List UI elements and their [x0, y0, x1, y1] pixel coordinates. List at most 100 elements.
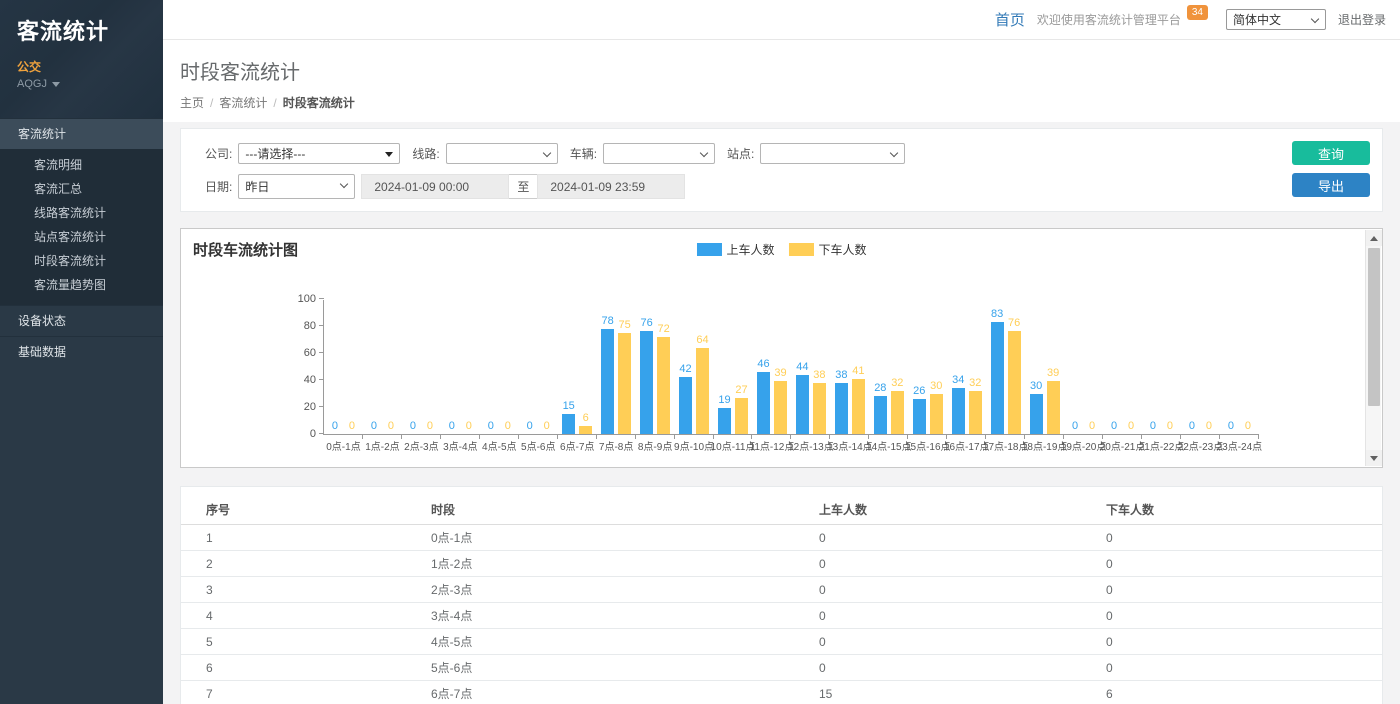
bar-上车人数[interactable] — [1030, 394, 1043, 435]
legend-item-boarding[interactable]: 上车人数 — [696, 241, 774, 258]
vehicle-select[interactable] — [603, 143, 715, 164]
bar-下车人数[interactable] — [735, 398, 748, 434]
sidebar-item-device-status[interactable]: 设备状态 — [0, 305, 163, 336]
language-select[interactable]: 简体中文 — [1226, 9, 1326, 30]
bar-下车人数[interactable] — [618, 333, 631, 434]
x-axis-label: 23点-24点 — [1217, 438, 1263, 453]
date-end-input[interactable]: 2024-01-09 23:59 — [537, 174, 685, 199]
bar-value-label: 26 — [913, 385, 925, 397]
table-body: 10点-1点0021点-2点0032点-3点0043点-4点0054点-5点00… — [181, 525, 1382, 704]
table-row: 10点-1点00 — [181, 525, 1382, 551]
date-preset-select[interactable]: 昨日 — [238, 174, 355, 199]
bar-column: 76 — [1008, 300, 1021, 434]
scrollbar-up-button[interactable] — [1366, 230, 1382, 246]
table-cell: 0点-1点 — [431, 529, 819, 546]
bar-下车人数[interactable] — [1008, 331, 1021, 434]
bar-group: 263015点-16点 — [908, 300, 947, 434]
bar-value-label: 41 — [852, 365, 864, 377]
company-select[interactable]: ---请选择--- — [238, 143, 400, 164]
bar-value-label: 0 — [1072, 420, 1078, 432]
bar-column: 41 — [852, 300, 865, 434]
x-axis-label: 4点-5点 — [482, 438, 516, 453]
bar-下车人数[interactable] — [891, 391, 904, 434]
bar-上车人数[interactable] — [679, 377, 692, 434]
sidebar-item-passenger-trend-chart[interactable]: 客流量趋势图 — [0, 273, 163, 297]
sidebar-item-passenger-summary[interactable]: 客流汇总 — [0, 177, 163, 201]
bar-上车人数[interactable] — [991, 322, 1004, 434]
bar-column: 34 — [952, 300, 965, 434]
bar-上车人数[interactable] — [757, 372, 770, 434]
x-axis-label: 2点-3点 — [404, 438, 438, 453]
bar-下车人数[interactable] — [813, 383, 826, 434]
bar-column: 46 — [757, 300, 770, 434]
sidebar-item-base-data[interactable]: 基础数据 — [0, 336, 163, 367]
bar-上车人数[interactable] — [913, 399, 926, 434]
bar-group: 343216点-17点 — [947, 300, 986, 434]
breadcrumb-section[interactable]: 客流统计 — [219, 96, 267, 110]
bar-上车人数[interactable] — [640, 331, 653, 434]
language-value: 简体中文 — [1233, 11, 1281, 28]
legend-item-alighting[interactable]: 下车人数 — [789, 241, 867, 258]
bar-group: 42649点-10点 — [675, 300, 714, 434]
bar-下车人数[interactable] — [930, 394, 943, 435]
breadcrumb-current: 时段客流统计 — [283, 96, 355, 110]
org-code-dropdown[interactable]: AQGJ — [17, 78, 163, 90]
bar-下车人数[interactable] — [852, 379, 865, 434]
table-row: 54点-5点00 — [181, 629, 1382, 655]
bar-上车人数[interactable] — [601, 329, 614, 434]
bar-column: 0 — [1241, 300, 1254, 434]
bar-上车人数[interactable] — [874, 396, 887, 434]
bar-value-label: 0 — [1189, 420, 1195, 432]
notification-badge[interactable]: 34 — [1187, 5, 1208, 20]
bar-下车人数[interactable] — [774, 381, 787, 434]
bar-column: 0 — [1125, 300, 1138, 434]
bar-上车人数[interactable] — [952, 388, 965, 434]
bar-group: 000点-1点 — [324, 300, 363, 434]
bar-下车人数[interactable] — [1047, 381, 1060, 434]
vehicle-label: 车辆: — [570, 145, 597, 162]
line-select[interactable] — [446, 143, 558, 164]
bar-column: 76 — [640, 300, 653, 434]
chevron-down-icon — [542, 149, 550, 157]
station-select[interactable] — [760, 143, 905, 164]
bar-下车人数[interactable] — [579, 426, 592, 434]
bar-上车人数[interactable] — [562, 414, 575, 434]
table-row: 76点-7点156 — [181, 681, 1382, 704]
export-button[interactable]: 导出 — [1292, 173, 1370, 197]
bar-column: 0 — [1224, 300, 1237, 434]
logout-link[interactable]: 退出登录 — [1338, 11, 1386, 28]
sidebar-item-line-passenger-stats[interactable]: 线路客流统计 — [0, 201, 163, 225]
bar-column: 0 — [462, 300, 475, 434]
bar-value-label: 39 — [774, 367, 786, 379]
bar-下车人数[interactable] — [696, 348, 709, 434]
bar-value-label: 30 — [930, 380, 942, 392]
table-row: 65点-6点00 — [181, 655, 1382, 681]
bar-column: 0 — [1146, 300, 1159, 434]
bar-value-label: 0 — [466, 420, 472, 432]
scrollbar-thumb[interactable] — [1368, 248, 1380, 406]
y-axis-tick-label: 40 — [284, 374, 316, 386]
bar-上车人数[interactable] — [796, 375, 809, 434]
query-button[interactable]: 查询 — [1292, 141, 1370, 165]
bar-上车人数[interactable] — [835, 383, 848, 434]
bar-下车人数[interactable] — [969, 391, 982, 434]
sidebar-item-passenger-stats[interactable]: 客流统计 — [0, 118, 163, 149]
table-header-row: 序号时段上车人数下车人数 — [181, 495, 1382, 525]
bar-column: 30 — [1030, 300, 1043, 434]
bar-column: 38 — [835, 300, 848, 434]
sidebar-item-period-passenger-stats[interactable]: 时段客流统计 — [0, 249, 163, 273]
date-start-input[interactable]: 2024-01-09 00:00 — [361, 174, 509, 199]
date-preset-value: 昨日 — [245, 178, 269, 195]
table-cell: 3 — [206, 583, 431, 597]
welcome-text: 欢迎使用客流统计管理平台 — [1037, 11, 1181, 28]
chart-scrollbar[interactable] — [1365, 230, 1381, 466]
bar-上车人数[interactable] — [718, 408, 731, 434]
breadcrumb-home[interactable]: 主页 — [180, 96, 204, 110]
home-link[interactable]: 首页 — [995, 9, 1025, 30]
sidebar-item-passenger-detail[interactable]: 客流明细 — [0, 153, 163, 177]
bar-column: 32 — [969, 300, 982, 434]
bar-下车人数[interactable] — [657, 337, 670, 434]
bar-value-label: 0 — [371, 420, 377, 432]
scrollbar-down-button[interactable] — [1366, 450, 1382, 466]
sidebar-item-station-passenger-stats[interactable]: 站点客流统计 — [0, 225, 163, 249]
